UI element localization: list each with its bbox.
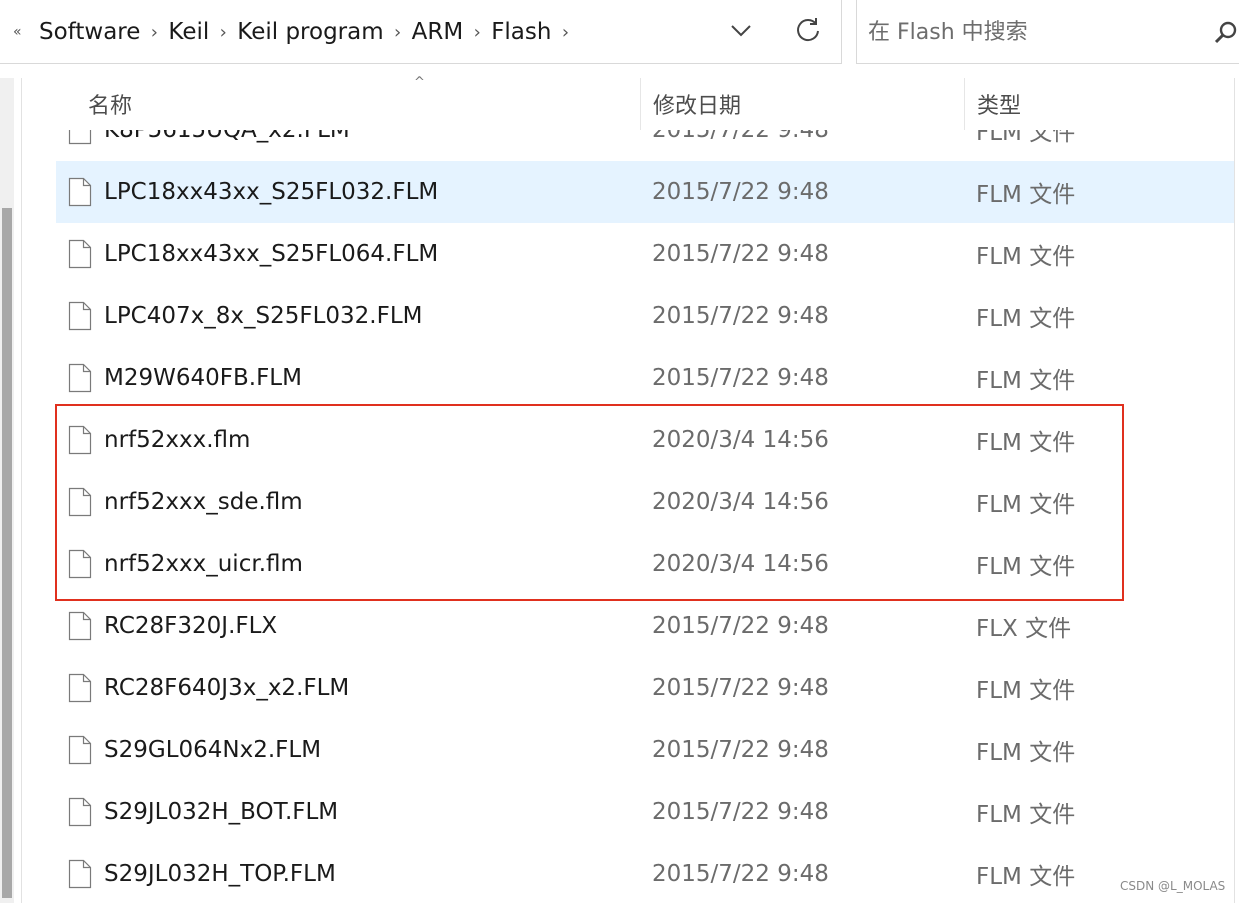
file-document-icon bbox=[68, 611, 92, 641]
search-box[interactable] bbox=[856, 0, 1239, 64]
file-type: FLM 文件 bbox=[976, 182, 1076, 208]
file-row[interactable]: LPC407x_8x_S25FL032.FLM 2015/7/22 9:48 FLM… bbox=[56, 285, 1234, 347]
file-row[interactable]: M29W640FB.FLM 2015/7/22 9:48 FLM 文件 bbox=[56, 347, 1234, 409]
file-row[interactable]: K8P5615UQA_x2.FLM 2015/7/22 9:48 FLM 文件 bbox=[56, 130, 1234, 161]
file-document-icon bbox=[68, 363, 92, 393]
refresh-icon bbox=[797, 18, 819, 42]
file-row[interactable]: S29JL032H_TOP.FLM 2015/7/22 9:48 FLM 文件 bbox=[56, 843, 1234, 903]
file-type: FLM 文件 bbox=[976, 554, 1076, 580]
file-name: S29JL032H_TOP.FLM bbox=[104, 861, 336, 887]
navigation-scrollbar-thumb[interactable] bbox=[2, 208, 12, 898]
breadcrumb-item-flash[interactable]: Flash bbox=[491, 19, 551, 45]
column-header-type-label: 类型 bbox=[977, 94, 1022, 119]
file-date-modified: 2015/7/22 9:48 bbox=[652, 861, 829, 887]
file-date-modified: 2020/3/4 14:56 bbox=[652, 427, 829, 453]
chevron-down-icon bbox=[731, 25, 751, 37]
breadcrumb-separator-icon[interactable]: › bbox=[384, 22, 412, 43]
column-header-date-modified[interactable]: 修改日期 bbox=[640, 78, 963, 130]
file-name: LPC18xx43xx_S25FL064.FLM bbox=[104, 241, 439, 267]
breadcrumb-separator-icon[interactable]: › bbox=[463, 22, 491, 43]
file-list: K8P5615UQA_x2.FLM 2015/7/22 9:48 FLM 文件 LPC… bbox=[56, 130, 1234, 903]
address-bar[interactable]: « Software › Keil › Keil program › ARM ›… bbox=[0, 0, 842, 64]
navigation-pane bbox=[0, 78, 14, 903]
file-date-modified: 2015/7/22 9:48 bbox=[652, 303, 829, 329]
file-type: FLM 文件 bbox=[976, 864, 1076, 890]
file-document-icon bbox=[68, 301, 92, 331]
column-header-row: 名称 ^ 修改日期 类型 bbox=[22, 75, 1234, 130]
file-name: RC28F640J3x_x2.FLM bbox=[104, 675, 350, 701]
file-row[interactable]: S29GL064Nx2.FLM 2015/7/22 9:48 FLM 文件 bbox=[56, 719, 1234, 781]
breadcrumb-item-software[interactable]: Software bbox=[39, 19, 140, 45]
file-name: M29W640FB.FLM bbox=[104, 365, 302, 391]
file-name: LPC407x_8x_S25FL032.FLM bbox=[104, 303, 423, 329]
file-document-icon bbox=[68, 549, 92, 579]
file-document-icon bbox=[68, 487, 92, 517]
file-type: FLM 文件 bbox=[976, 130, 1076, 146]
file-document-icon bbox=[68, 859, 92, 889]
file-type: FLX 文件 bbox=[976, 616, 1072, 642]
file-row[interactable]: nrf52xxx_uicr.flm 2020/3/4 14:56 FLM 文件 bbox=[56, 533, 1234, 595]
file-type: FLM 文件 bbox=[976, 368, 1076, 394]
breadcrumb-item-keil[interactable]: Keil bbox=[168, 19, 209, 45]
file-name: nrf52xxx.flm bbox=[104, 427, 251, 453]
file-row[interactable]: nrf52xxx.flm 2020/3/4 14:56 FLM 文件 bbox=[56, 409, 1234, 471]
breadcrumb-separator-icon[interactable]: › bbox=[140, 22, 168, 43]
file-type: FLM 文件 bbox=[976, 430, 1076, 456]
file-document-icon bbox=[68, 735, 92, 765]
file-date-modified: 2015/7/22 9:48 bbox=[652, 613, 829, 639]
refresh-button[interactable] bbox=[793, 14, 823, 46]
file-date-modified: 2015/7/22 9:48 bbox=[652, 241, 829, 267]
file-document-icon bbox=[68, 673, 92, 703]
file-row[interactable]: LPC18xx43xx_S25FL064.FLM 2015/7/22 9:48 FL… bbox=[56, 223, 1234, 285]
file-name: nrf52xxx_sde.flm bbox=[104, 489, 303, 515]
search-icon[interactable] bbox=[1213, 20, 1239, 46]
file-document-icon bbox=[68, 425, 92, 455]
breadcrumb: Software › Keil › Keil program › ARM › F… bbox=[39, 0, 579, 64]
breadcrumb-separator-icon[interactable]: › bbox=[209, 22, 237, 43]
sort-ascending-icon: ^ bbox=[414, 75, 425, 90]
list-right-edge bbox=[1234, 78, 1235, 903]
breadcrumb-separator-icon[interactable]: › bbox=[551, 22, 579, 43]
search-input[interactable] bbox=[868, 14, 1188, 50]
file-name: S29JL032H_BOT.FLM bbox=[104, 799, 339, 825]
file-row[interactable]: RC28F320J.FLX 2015/7/22 9:48 FLX 文件 bbox=[56, 595, 1234, 657]
file-date-modified: 2015/7/22 9:48 bbox=[652, 799, 829, 825]
file-type: FLM 文件 bbox=[976, 802, 1076, 828]
file-document-icon bbox=[68, 239, 92, 269]
file-type: FLM 文件 bbox=[976, 740, 1076, 766]
breadcrumb-overflow-icon[interactable]: « bbox=[13, 24, 22, 40]
column-header-date-label: 修改日期 bbox=[653, 94, 742, 119]
watermark-text: CSDN @L_MOLAS bbox=[1120, 879, 1226, 893]
file-date-modified: 2015/7/22 9:48 bbox=[652, 737, 829, 763]
file-name: nrf52xxx_uicr.flm bbox=[104, 551, 303, 577]
column-header-name-label: 名称 bbox=[88, 94, 133, 119]
file-date-modified: 2015/7/22 9:48 bbox=[652, 130, 829, 143]
column-header-type[interactable]: 类型 bbox=[964, 78, 1234, 130]
file-row[interactable]: nrf52xxx_sde.flm 2020/3/4 14:56 FLM 文件 bbox=[56, 471, 1234, 533]
file-name: S29GL064Nx2.FLM bbox=[104, 737, 322, 763]
file-type: FLM 文件 bbox=[976, 678, 1076, 704]
breadcrumb-item-arm[interactable]: ARM bbox=[412, 19, 464, 45]
file-type: FLM 文件 bbox=[976, 492, 1076, 518]
file-name: LPC18xx43xx_S25FL032.FLM bbox=[104, 179, 439, 205]
file-date-modified: 2015/7/22 9:48 bbox=[652, 675, 829, 701]
file-date-modified: 2020/3/4 14:56 bbox=[652, 489, 829, 515]
address-history-dropdown[interactable] bbox=[726, 16, 756, 46]
file-type: FLM 文件 bbox=[976, 244, 1076, 270]
pane-divider[interactable] bbox=[21, 78, 22, 903]
file-date-modified: 2015/7/22 9:48 bbox=[652, 365, 829, 391]
file-date-modified: 2015/7/22 9:48 bbox=[652, 179, 829, 205]
file-document-icon bbox=[68, 797, 92, 827]
column-header-name[interactable]: 名称 ^ bbox=[88, 75, 638, 130]
file-row[interactable]: LPC18xx43xx_S25FL032.FLM 2015/7/22 9:48 FL… bbox=[56, 161, 1234, 223]
file-name: RC28F320J.FLX bbox=[104, 613, 278, 639]
file-row[interactable]: S29JL032H_BOT.FLM 2015/7/22 9:48 FLM 文件 bbox=[56, 781, 1234, 843]
file-document-icon bbox=[68, 130, 92, 145]
file-date-modified: 2020/3/4 14:56 bbox=[652, 551, 829, 577]
breadcrumb-item-keil-program[interactable]: Keil program bbox=[237, 19, 383, 45]
file-type: FLM 文件 bbox=[976, 306, 1076, 332]
file-name: K8P5615UQA_x2.FLM bbox=[104, 130, 350, 143]
file-row[interactable]: RC28F640J3x_x2.FLM 2015/7/22 9:48 FLM 文件 bbox=[56, 657, 1234, 719]
file-document-icon bbox=[68, 177, 92, 207]
